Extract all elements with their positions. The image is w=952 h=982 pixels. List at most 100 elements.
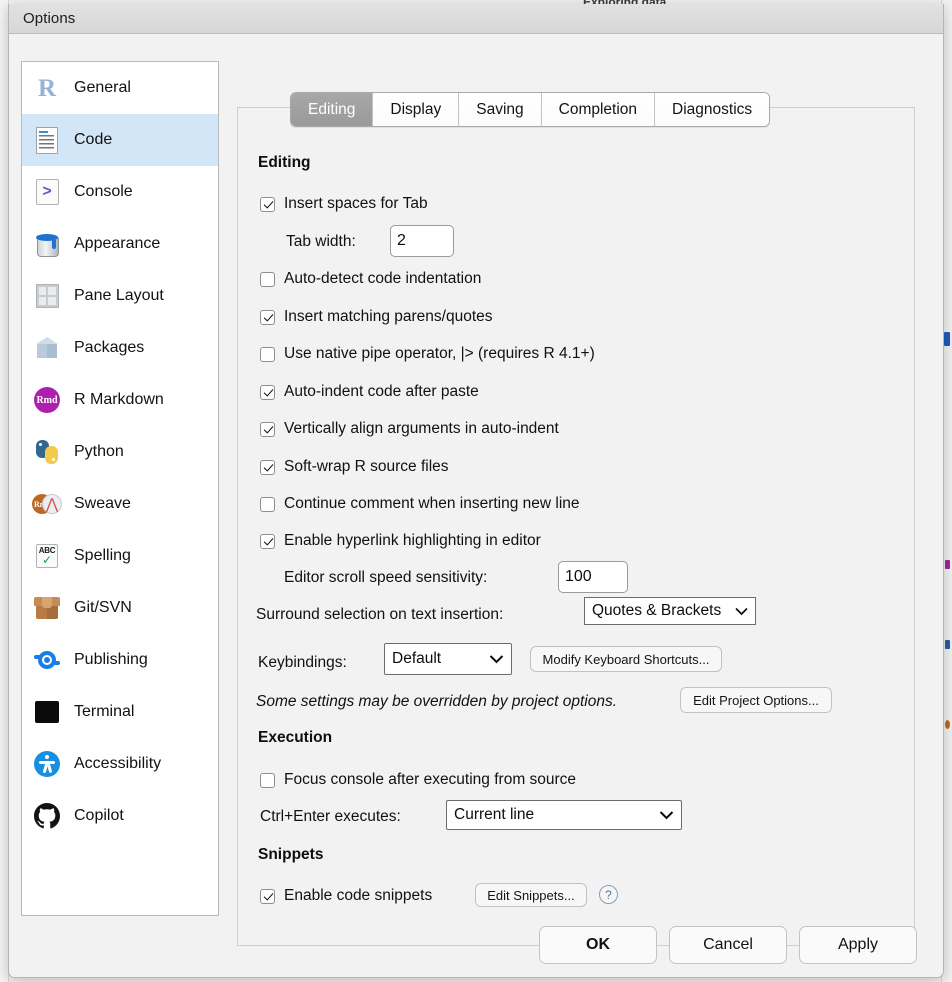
ctrl-enter-executes-value: Current line — [454, 806, 535, 823]
package-box-icon — [32, 333, 62, 363]
r-logo-icon: R — [37, 74, 57, 102]
checkbox-label: Soft-wrap R source files — [284, 458, 449, 475]
sidebar-item-label: General — [74, 79, 131, 96]
edit-snippets-button[interactable]: Edit Snippets... — [475, 883, 587, 907]
button-label: Edit Project Options... — [693, 692, 819, 708]
sidebar-item-spelling[interactable]: ABC ✓ Spelling — [22, 530, 218, 582]
cancel-button[interactable]: Cancel — [669, 926, 787, 964]
checkbox-box[interactable] — [260, 309, 275, 325]
checkbox-label: Focus console after executing from sourc… — [284, 771, 577, 788]
tab-width-input[interactable] — [390, 225, 454, 257]
sidebar-item-general[interactable]: R General — [22, 62, 218, 114]
publishing-ring-icon — [32, 645, 62, 675]
checkbox-continue-comment-new-line[interactable]: Continue comment when inserting new line — [260, 495, 580, 513]
sidebar-item-git-svn[interactable]: Git/SVN — [22, 582, 218, 634]
sidebar-item-label: Packages — [74, 339, 145, 356]
tab-width-label: Tab width: — [286, 233, 356, 250]
checkbox-auto-indent-code-after-paste[interactable]: Auto-indent code after paste — [260, 383, 479, 401]
tab-label: Diagnostics — [672, 100, 753, 118]
modify-keyboard-shortcuts-button[interactable]: Modify Keyboard Shortcuts... — [530, 646, 722, 672]
sidebar-item-pane-layout[interactable]: Pane Layout — [22, 270, 218, 322]
checkbox-box[interactable] — [260, 533, 275, 549]
tab-diagnostics[interactable]: Diagnostics — [655, 93, 770, 126]
edit-project-options-button[interactable]: Edit Project Options... — [680, 687, 832, 713]
tab-label: Display — [390, 100, 442, 118]
sidebar-item-label: Accessibility — [74, 755, 162, 772]
scroll-speed-input[interactable] — [558, 561, 628, 593]
sidebar-item-label: Terminal — [74, 703, 135, 720]
checkbox-label: Use native pipe operator, |> (requires R… — [284, 345, 595, 362]
backdrop-speck-orange — [945, 720, 950, 729]
settings-tabstrip[interactable]: Editing Display Saving Completion Diagno… — [290, 92, 771, 127]
tab-display[interactable]: Display — [373, 93, 460, 126]
tab-saving[interactable]: Saving — [459, 93, 542, 126]
checkbox-insert-matching-parens-quotes[interactable]: Insert matching parens/quotes — [260, 308, 493, 326]
checkbox-box[interactable] — [260, 459, 275, 475]
pane-grid-icon — [32, 281, 62, 311]
code-document-icon — [32, 125, 62, 155]
checkbox-label: Auto-detect code indentation — [284, 270, 482, 287]
sidebar-item-terminal[interactable]: Terminal — [22, 686, 218, 738]
checkbox-box[interactable] — [260, 772, 275, 788]
checkbox-focus-console-after-executing[interactable]: Focus console after executing from sourc… — [260, 771, 576, 789]
sidebar-item-python[interactable]: Python — [22, 426, 218, 478]
checkbox-box[interactable] — [260, 888, 275, 904]
sidebar-item-label: Publishing — [74, 651, 148, 668]
snippets-section-heading: Snippets — [258, 846, 324, 863]
sweave-rnw-pdf-icon: Rnw⋀ — [32, 489, 62, 519]
checkbox-box[interactable] — [260, 271, 275, 287]
chevron-down-icon — [489, 654, 504, 664]
button-label: OK — [586, 936, 610, 953]
checkbox-use-native-pipe-operator[interactable]: Use native pipe operator, |> (requires R… — [260, 345, 595, 363]
checkbox-box[interactable] — [260, 384, 275, 400]
ctrl-enter-executes-select[interactable]: Current line — [446, 800, 682, 830]
surround-selection-value: Quotes & Brackets — [592, 602, 722, 619]
checkbox-label: Insert matching parens/quotes — [284, 308, 493, 325]
checkbox-box[interactable] — [260, 496, 275, 512]
tab-label: Saving — [476, 100, 524, 118]
sidebar-item-r-markdown[interactable]: Rmd R Markdown — [22, 374, 218, 426]
keybindings-value: Default — [392, 650, 442, 667]
checkbox-label: Auto-indent code after paste — [284, 383, 479, 400]
dialog-footer: OK Cancel Apply — [9, 925, 943, 965]
sidebar-item-console[interactable]: > Console — [22, 166, 218, 218]
sidebar-item-copilot[interactable]: Copilot — [22, 790, 218, 842]
sidebar-item-label: R Markdown — [74, 391, 164, 408]
tab-label: Completion — [558, 100, 638, 118]
checkbox-insert-spaces-for-tab[interactable]: Insert spaces for Tab — [260, 195, 428, 213]
tab-label: Editing — [308, 100, 356, 118]
help-glyph: ? — [605, 887, 612, 902]
checkbox-enable-code-snippets[interactable]: Enable code snippets — [260, 887, 432, 905]
button-label: Cancel — [703, 936, 753, 953]
surround-selection-select[interactable]: Quotes & Brackets — [584, 597, 756, 625]
keybindings-select[interactable]: Default — [384, 643, 512, 675]
editing-section-heading: Editing — [258, 154, 311, 171]
scroll-speed-label: Editor scroll speed sensitivity: — [284, 569, 488, 586]
sidebar-item-label: Git/SVN — [74, 599, 132, 616]
tab-editing[interactable]: Editing — [291, 93, 374, 126]
sidebar-item-accessibility[interactable]: Accessibility — [22, 738, 218, 790]
sidebar-item-code[interactable]: Code — [22, 114, 218, 166]
checkbox-soft-wrap-r-source-files[interactable]: Soft-wrap R source files — [260, 458, 449, 476]
apply-button[interactable]: Apply — [799, 926, 917, 964]
chevron-down-icon — [735, 607, 748, 616]
sidebar-item-packages[interactable]: Packages — [22, 322, 218, 374]
checkbox-enable-hyperlink-highlighting[interactable]: Enable hyperlink highlighting in editor — [260, 532, 541, 550]
tab-completion[interactable]: Completion — [541, 93, 656, 126]
project-override-note: Some settings may be overridden by proje… — [256, 693, 617, 710]
help-question-icon[interactable]: ? — [599, 885, 618, 904]
checkbox-vertically-align-arguments[interactable]: Vertically align arguments in auto-inden… — [260, 420, 559, 438]
sidebar-item-publishing[interactable]: Publishing — [22, 634, 218, 686]
ok-button[interactable]: OK — [539, 926, 657, 964]
options-category-sidebar[interactable]: R General Code > Console Appearance Pane… — [21, 61, 219, 916]
execution-section-heading: Execution — [258, 729, 333, 746]
sidebar-item-label: Copilot — [74, 807, 124, 824]
sidebar-item-appearance[interactable]: Appearance — [22, 218, 218, 270]
checkbox-box[interactable] — [260, 196, 275, 212]
checkbox-auto-detect-code-indentation[interactable]: Auto-detect code indentation — [260, 270, 481, 288]
sidebar-item-sweave[interactable]: Rnw⋀ Sweave — [22, 478, 218, 530]
checkbox-box[interactable] — [260, 346, 275, 362]
checkbox-box[interactable] — [260, 421, 275, 437]
sidebar-item-label: Python — [74, 443, 124, 460]
options-dialog-window: Options R General Code > Console Appeara… — [8, 4, 944, 978]
